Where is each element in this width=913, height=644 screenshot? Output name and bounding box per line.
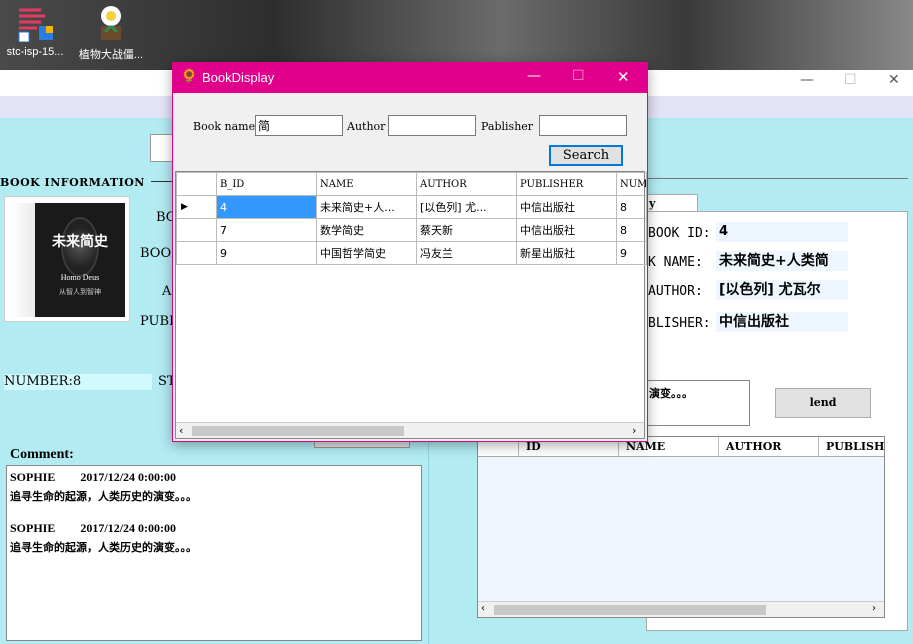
author-label: Author	[347, 120, 386, 133]
cell-publisher[interactable]: 中信出版社	[516, 195, 617, 219]
comment-text: 追寻生命的起源，人类历史的演变。。。	[10, 490, 197, 503]
comment-box[interactable]: SOPHIE 2017/12/24 0:00:00 追寻生命的起源，人类历史的演…	[6, 465, 422, 641]
scroll-thumb[interactable]	[192, 426, 404, 436]
right-divider	[646, 178, 908, 179]
number-label: NUMBER:8	[4, 374, 82, 389]
cell-name[interactable]: 中国哲学简史	[316, 241, 417, 265]
book-display-dialog: 🌻 BookDisplay — ☐ ✕ Book name Author Pab…	[172, 62, 648, 442]
row-header-corner	[176, 172, 217, 196]
comment-2-header: SOPHIE 2017/12/24 0:00:00	[10, 521, 176, 536]
book-cover-image: 未来简史 Homo Deus 从智人到智神	[4, 196, 130, 322]
desktop-icon-label: 植物大战僵...	[78, 49, 144, 61]
scroll-thumb[interactable]	[494, 605, 766, 615]
cell-name[interactable]: 未来简史+人...	[316, 195, 417, 219]
col-number[interactable]: NUMBE	[616, 172, 647, 196]
dialog-close-button[interactable]: ✕	[617, 68, 630, 86]
cell-number[interactable]: 9	[616, 241, 647, 265]
horizontal-scrollbar[interactable]: ‹ ›	[176, 422, 644, 438]
row-header	[176, 218, 217, 242]
scroll-left-arrow-icon[interactable]: ‹	[481, 603, 485, 614]
results-table: B_ID NAME AUTHOR PUBLISHER NUMBE ▶ 4 未来简…	[176, 172, 647, 265]
desktop-icon-pvz[interactable]: 植物大战僵...	[76, 2, 146, 62]
description-box[interactable]: 演变。。。	[646, 380, 750, 426]
section-title: BOOK INFORMATION	[0, 176, 151, 189]
cell-number[interactable]: 8	[616, 195, 647, 219]
cell-id[interactable]: 4	[216, 195, 317, 219]
cell-author[interactable]: 冯友兰	[416, 241, 517, 265]
book-author-label: AUTHOR:	[648, 284, 703, 299]
search-button[interactable]: Search	[549, 145, 623, 166]
header-row: B_ID NAME AUTHOR PUBLISHER NUMBE	[176, 172, 647, 196]
col-publisher[interactable]: PUBLISHER	[516, 172, 617, 196]
col-publisher: PUBLISHI	[826, 440, 884, 453]
author-input[interactable]	[388, 115, 476, 136]
book-publisher-value: 中信出版社	[716, 312, 848, 332]
main-maximize-button[interactable]: ☐	[844, 72, 857, 88]
comment-user: SOPHIE	[10, 521, 56, 535]
table-row[interactable]: 9 中国哲学简史 冯友兰 新星出版社 9	[176, 241, 647, 265]
comment-text: 追寻生命的起源，人类历史的演变。。。	[10, 541, 197, 554]
dialog-titlebar: 🌻 BookDisplay — ☐ ✕	[173, 63, 647, 93]
scroll-right-arrow-icon[interactable]: ›	[632, 424, 636, 437]
dialog-minimize-button[interactable]: —	[527, 68, 541, 84]
cell-number[interactable]: 8	[616, 218, 647, 242]
comment-user: SOPHIE	[10, 470, 56, 484]
table-row[interactable]: ▶ 4 未来简史+人... [以色列] 尤... 中信出版社 8	[176, 195, 647, 219]
description-text: 演变。。。	[649, 387, 693, 400]
main-close-button[interactable]: ✕	[888, 72, 900, 88]
comment-time: 2017/12/24 0:00:00	[80, 470, 177, 484]
desktop-icon-label: stc-isp-15...	[6, 46, 64, 58]
book-name-label: Book name	[193, 120, 256, 133]
results-grid[interactable]: B_ID NAME AUTHOR PUBLISHER NUMBE ▶ 4 未来简…	[175, 171, 647, 439]
current-row-indicator-icon: ▶	[176, 195, 217, 219]
cell-name[interactable]: 数学简史	[316, 218, 417, 242]
book-author-value: [以色列] 尤瓦尔	[716, 280, 848, 300]
cell-publisher[interactable]: 新星出版社	[516, 241, 617, 265]
dialog-title: BookDisplay	[202, 70, 275, 85]
col-name[interactable]: NAME	[316, 172, 417, 196]
label-a-partial: A	[162, 284, 172, 299]
dialog-maximize-button[interactable]: ☐	[572, 68, 585, 84]
number-field: NUMBER:8	[4, 374, 152, 390]
cell-publisher[interactable]: 中信出版社	[516, 218, 617, 242]
row-header	[176, 241, 217, 265]
app-icon: 🌻	[181, 69, 198, 84]
borrow-grid[interactable]: ID NAME AUTHOR PUBLISHI ‹ ›	[477, 436, 885, 618]
scroll-right-arrow-icon[interactable]: ›	[872, 603, 876, 614]
tab-borrow[interactable]: y borrow	[646, 194, 698, 227]
cell-id[interactable]: 7	[216, 218, 317, 242]
book-publisher-label: BLISHER:	[648, 316, 711, 331]
horizontal-scrollbar[interactable]: ‹ ›	[478, 601, 884, 617]
stc-isp-icon	[15, 2, 55, 42]
comment-time: 2017/12/24 0:00:00	[80, 521, 177, 535]
cover-subtitle: Homo Deus	[60, 273, 100, 282]
col-author[interactable]: AUTHOR	[416, 172, 517, 196]
publisher-label: Pablisher	[481, 120, 534, 133]
cell-author[interactable]: [以色列] 尤...	[416, 195, 517, 219]
desktop-icon-stc-isp[interactable]: stc-isp-15...	[0, 2, 70, 58]
comment-1-header: SOPHIE 2017/12/24 0:00:00	[10, 470, 176, 485]
cover-caption: 从智人到智神	[59, 288, 101, 296]
cell-author[interactable]: 蔡天新	[416, 218, 517, 242]
book-name-input[interactable]	[255, 115, 343, 136]
publisher-input[interactable]	[539, 115, 627, 136]
col-b-id[interactable]: B_ID	[216, 172, 317, 196]
table-row[interactable]: 7 数学简史 蔡天新 中信出版社 8	[176, 218, 647, 242]
col-author: AUTHOR	[726, 440, 782, 453]
book-id-value: 4	[716, 222, 848, 242]
cell-id[interactable]: 9	[216, 241, 317, 265]
book-id-label: BOOK ID:	[648, 226, 711, 241]
scroll-left-arrow-icon[interactable]: ‹	[179, 424, 183, 437]
main-minimize-button[interactable]: —	[800, 72, 814, 88]
book-name-value: 未来简史+人类简	[716, 251, 848, 271]
comment-label: Comment:	[10, 447, 74, 462]
lend-button[interactable]: lend	[775, 388, 871, 418]
cover-title: 未来简史	[52, 234, 108, 250]
plant-icon	[91, 2, 131, 42]
book-name-label: K NAME:	[648, 255, 703, 270]
col-divider	[718, 437, 719, 457]
cover-front: 未来简史 Homo Deus 从智人到智神	[35, 203, 125, 317]
col-divider	[818, 437, 819, 457]
